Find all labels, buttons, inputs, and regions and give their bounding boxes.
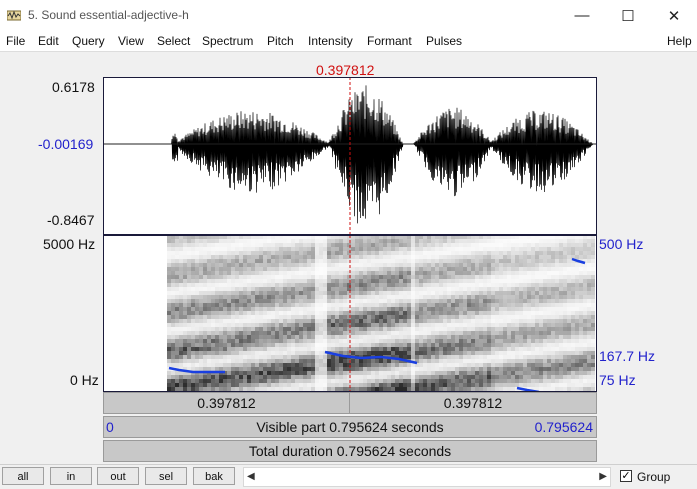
menu-pulses[interactable]: Pulses: [426, 34, 462, 48]
menu-view[interactable]: View: [118, 34, 144, 48]
waveform-zero-label: -0.00169: [38, 136, 94, 152]
menu-bar: File Edit Query View Select Spectrum Pit…: [0, 31, 697, 51]
zoom-all-button[interactable]: all: [2, 467, 44, 485]
zoom-out-button[interactable]: out: [97, 467, 139, 485]
cursor-time-label: 0.397812: [316, 62, 375, 78]
waveform-min-label: -0.8467: [47, 212, 95, 228]
menu-intensity[interactable]: Intensity: [308, 34, 353, 48]
pitch-top-label: 500 Hz: [599, 236, 644, 252]
scroll-left-icon[interactable]: ◀: [247, 471, 255, 482]
group-checkbox[interactable]: ✓: [620, 470, 632, 482]
time-bar-right-value: 0.397812: [443, 395, 503, 411]
zoom-selection-button[interactable]: sel: [145, 467, 187, 485]
pitch-value-label: 167.7 Hz: [599, 348, 656, 364]
close-icon: ✕: [667, 7, 681, 25]
time-bar-left-value: 0.397812: [197, 395, 256, 411]
menu-help[interactable]: Help: [667, 34, 692, 48]
zoom-in-button[interactable]: in: [50, 467, 92, 485]
spectrogram-panel[interactable]: [103, 235, 597, 392]
title-bar: 5. Sound essential-adjective-h — ☐ ✕: [0, 0, 697, 31]
group-label: Group: [637, 470, 671, 484]
menu-select[interactable]: Select: [157, 34, 190, 48]
zoom-back-button[interactable]: bak: [193, 467, 235, 485]
visible-part-bar[interactable]: 0 Visible part 0.795624 seconds 0.795624: [103, 416, 597, 438]
visible-end-label: 0.795624: [534, 419, 593, 435]
menu-formant[interactable]: Formant: [367, 34, 412, 48]
menu-divider: [0, 51, 697, 52]
check-icon: ✓: [621, 470, 631, 482]
horizontal-scrollbar[interactable]: ◀ ▶: [243, 467, 611, 487]
minimize-icon: —: [574, 7, 590, 24]
minimize-button[interactable]: —: [559, 0, 605, 31]
waveform-max-label: 0.6178: [52, 79, 95, 95]
maximize-button[interactable]: ☐: [605, 0, 651, 31]
menu-spectrum[interactable]: Spectrum: [202, 34, 253, 48]
total-duration-bar[interactable]: Total duration 0.795624 seconds: [103, 440, 597, 462]
spectrogram-freq-bottom-label: 0 Hz: [70, 372, 99, 388]
close-button[interactable]: ✕: [651, 0, 697, 31]
time-bar-right[interactable]: 0.397812: [349, 392, 597, 414]
total-duration-text: Total duration 0.795624 seconds: [248, 443, 452, 459]
maximize-icon: ☐: [621, 7, 635, 25]
window-title: 5. Sound essential-adjective-h: [28, 8, 189, 22]
menu-pitch[interactable]: Pitch: [267, 34, 294, 48]
praat-app-icon: [7, 10, 21, 21]
pitch-bottom-label: 75 Hz: [599, 372, 636, 388]
scroll-right-icon[interactable]: ▶: [599, 471, 607, 482]
menu-query[interactable]: Query: [72, 34, 105, 48]
spectrogram-freq-top-label: 5000 Hz: [43, 236, 96, 252]
visible-part-text: Visible part 0.795624 seconds: [256, 419, 444, 435]
time-bar-left[interactable]: 0.397812: [103, 392, 350, 414]
menu-edit[interactable]: Edit: [38, 34, 59, 48]
menu-file[interactable]: File: [6, 34, 25, 48]
waveform-panel[interactable]: [103, 77, 597, 235]
